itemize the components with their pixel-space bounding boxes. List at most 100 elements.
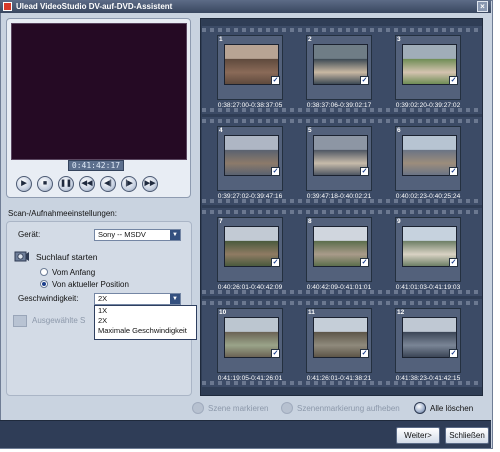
preview-panel: [6, 18, 191, 198]
scene-timecode: 0:40:42:09-0:41:01:01: [306, 284, 372, 291]
scene-card[interactable]: 9 ✓: [395, 217, 461, 282]
scene-checkbox[interactable]: ✓: [271, 349, 280, 358]
next-button[interactable]: Weiter>: [396, 427, 440, 444]
speed-select-value: 2X: [98, 294, 108, 303]
mark-scene-label: Szene markieren: [208, 404, 269, 413]
scene-timecode: 0:41:19:05-0:41:26:01: [217, 375, 283, 382]
title-bar: Ulead VideoStudio DV-auf-DVD-Assistent ×: [0, 0, 491, 13]
scene-checkbox[interactable]: ✓: [360, 76, 369, 85]
chevron-down-icon[interactable]: ▼: [170, 230, 180, 240]
mark-scene-icon: [192, 401, 204, 414]
scene-number: 6: [397, 127, 401, 134]
play-button[interactable]: ▶: [16, 176, 32, 192]
scene-checkbox[interactable]: ✓: [360, 167, 369, 176]
speed-select[interactable]: 2X ▼: [94, 293, 181, 305]
close-icon[interactable]: ×: [477, 1, 488, 12]
transport-controls: ▶ ■ ❚❚ ◀◀ ◀| |▶ ▶▶: [16, 176, 158, 192]
scene-timecode: 0:39:02:20-0:39:27:02: [395, 102, 461, 109]
step-forward-button[interactable]: |▶: [121, 176, 137, 192]
rewind-icon: ◀◀: [81, 180, 93, 187]
device-label: Gerät:: [18, 230, 41, 239]
scene-card[interactable]: 12 ✓: [395, 308, 461, 373]
rewind-button[interactable]: ◀◀: [79, 176, 95, 192]
scene-card[interactable]: 2 ✓: [306, 35, 372, 100]
window-title: Ulead VideoStudio DV-auf-DVD-Assistent: [16, 2, 173, 11]
scene-timecode: 0:41:26:01-0:41:38:21: [306, 375, 372, 382]
scene-number: 4: [219, 127, 223, 134]
video-preview: [11, 23, 187, 160]
device-select-value: Sony -- MSDV: [98, 230, 146, 239]
scene-timecode: 0:39:47:18-0:40:02:21: [306, 193, 372, 200]
scene-card[interactable]: 6 ✓: [395, 126, 461, 191]
scene-checkbox[interactable]: ✓: [271, 258, 280, 267]
dropdown-option[interactable]: 1X: [95, 306, 196, 316]
delete-all-label: Alle löschen: [430, 404, 474, 413]
scene-timecode: 0:41:01:03-0:41:19:03: [395, 284, 461, 291]
speed-label: Geschwindigkeit:: [18, 294, 79, 303]
scene-card[interactable]: 8 ✓: [306, 217, 372, 282]
step-back-button[interactable]: ◀|: [100, 176, 116, 192]
fast-forward-icon: ▶▶: [144, 180, 156, 187]
unmark-scene-label: Szenenmarkierung aufheben: [297, 404, 400, 413]
scene-timecode: 0:39:27:02-0:39:47:16: [217, 193, 283, 200]
delete-all-icon: [414, 401, 426, 414]
step-back-icon: ◀|: [104, 180, 112, 187]
scene-number: 2: [308, 36, 312, 43]
chevron-down-icon[interactable]: ▼: [170, 294, 180, 304]
delete-all-button[interactable]: Alle löschen: [414, 401, 474, 416]
scene-checkbox[interactable]: ✓: [449, 349, 458, 358]
step-forward-icon: |▶: [125, 180, 133, 187]
unmark-scene-button[interactable]: Szenenmarkierung aufheben: [281, 401, 400, 416]
scene-number: 12: [397, 309, 405, 316]
scene-number: 7: [219, 218, 223, 225]
scene-timecode: 0:40:02:23-0:40:25:24: [395, 193, 461, 200]
scene-number: 9: [397, 218, 401, 225]
scene-timecode: 0:41:38:23-0:41:42:15: [395, 375, 461, 382]
radio-from-start-label[interactable]: Vom Anfang: [52, 268, 95, 277]
mark-scene-button[interactable]: Szene markieren: [192, 401, 269, 416]
scan-icon: [14, 251, 29, 262]
app-icon: [3, 2, 12, 11]
scene-number: 1: [219, 36, 223, 43]
close-button[interactable]: Schließen: [445, 427, 489, 444]
scene-checkbox[interactable]: ✓: [271, 76, 280, 85]
scene-checkbox[interactable]: ✓: [449, 167, 458, 176]
dropdown-option[interactable]: 2X: [95, 316, 196, 326]
dropdown-option[interactable]: Maximale Geschwindigkeit: [95, 326, 196, 336]
radio-from-current-position[interactable]: [40, 280, 48, 288]
pause-button[interactable]: ❚❚: [58, 176, 74, 192]
scene-checkbox[interactable]: ✓: [271, 167, 280, 176]
timecode-display: 0:41:42:17: [68, 160, 124, 171]
scene-card[interactable]: 7 ✓: [217, 217, 283, 282]
unmark-scene-icon: [281, 401, 293, 414]
scan-start-label[interactable]: Suchlauf starten: [36, 252, 97, 262]
scene-checkbox[interactable]: ✓: [449, 258, 458, 267]
radio-from-start[interactable]: [40, 268, 48, 276]
device-select[interactable]: Sony -- MSDV ▼: [94, 229, 181, 241]
fast-forward-button[interactable]: ▶▶: [142, 176, 158, 192]
scene-checkbox[interactable]: ✓: [360, 258, 369, 267]
speed-dropdown-list: 1X 2X Maximale Geschwindigkeit: [94, 305, 197, 340]
scene-timecode: 0:38:37:06-0:39:02:17: [306, 102, 372, 109]
scene-card[interactable]: 10 ✓: [217, 308, 283, 373]
scene-number: 10: [219, 309, 227, 316]
scene-checkbox[interactable]: ✓: [449, 76, 458, 85]
save-selected-label: Ausgewählte S: [32, 316, 86, 325]
settings-section-label: Scan-/Aufnahmeeinstellungen:: [8, 209, 117, 218]
stop-icon: ■: [42, 180, 48, 187]
scene-card[interactable]: 11 ✓: [306, 308, 372, 373]
scene-number: 3: [397, 36, 401, 43]
scene-card[interactable]: 3 ✓: [395, 35, 461, 100]
scene-timecode: 0:40:26:01-0:40:42:09: [217, 284, 283, 291]
scene-card[interactable]: 4 ✓: [217, 126, 283, 191]
scene-card[interactable]: 5 ✓: [306, 126, 372, 191]
save-scenes-icon: [13, 315, 27, 327]
scene-number: 5: [308, 127, 312, 134]
scene-timecode: 0:38:27:00-0:38:37:05: [217, 102, 283, 109]
scene-checkbox[interactable]: ✓: [360, 349, 369, 358]
scene-card[interactable]: 1 ✓: [217, 35, 283, 100]
scene-number: 8: [308, 218, 312, 225]
scene-number: 11: [308, 309, 315, 316]
stop-button[interactable]: ■: [37, 176, 53, 192]
radio-from-current-label[interactable]: Von aktueller Position: [52, 280, 129, 289]
